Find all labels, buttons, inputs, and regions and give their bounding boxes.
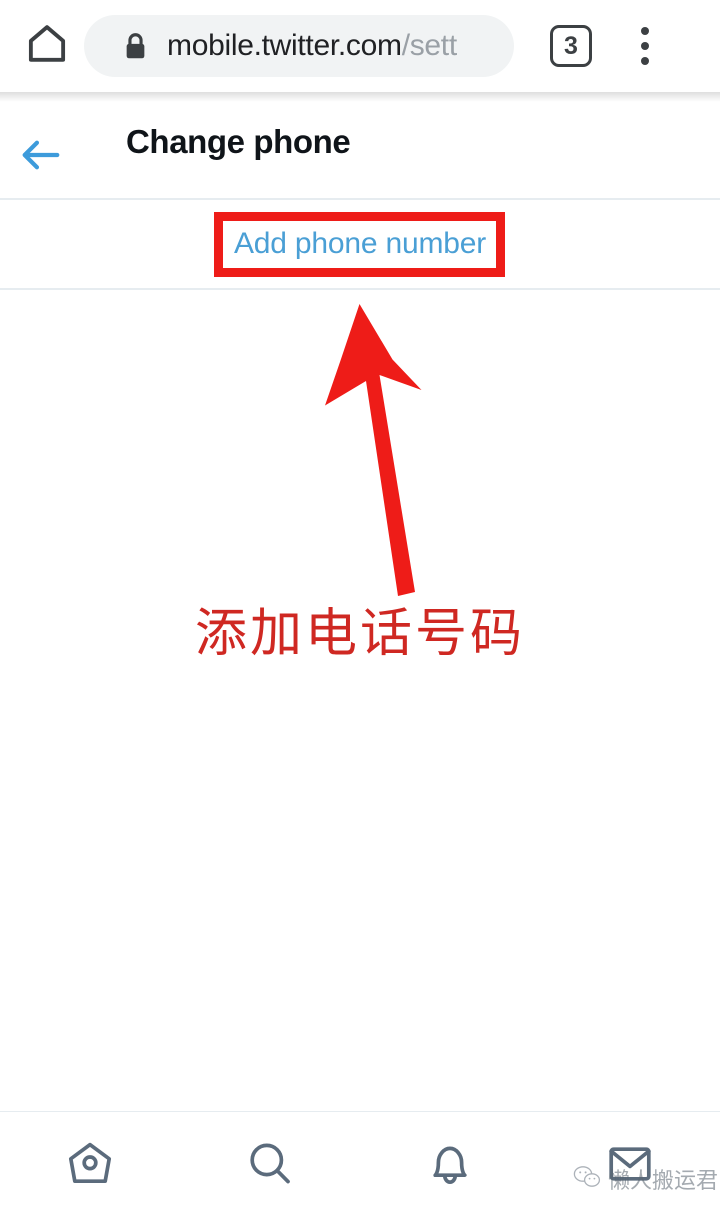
lock-icon: [122, 31, 149, 61]
annotation-caption: 添加电话号码: [194, 604, 525, 664]
divider-bottom: [0, 288, 720, 290]
home-birdhouse-icon: [64, 1138, 116, 1195]
url-path: /sett: [401, 29, 458, 62]
envelope-icon: [604, 1138, 656, 1195]
add-phone-number-button[interactable]: Add phone number: [234, 227, 486, 261]
back-arrow-icon: [17, 135, 63, 180]
add-phone-row: Add phone number: [0, 200, 720, 288]
home-button[interactable]: [14, 0, 80, 92]
page-header: Change phone: [0, 102, 720, 198]
tab-count-label: 3: [564, 31, 578, 60]
three-dot-menu-icon-dot-1: [641, 27, 649, 35]
search-icon: [244, 1138, 296, 1195]
home-icon: [25, 22, 69, 71]
toolbar-shadow: [0, 92, 720, 102]
page-title: Change phone: [126, 123, 351, 160]
tab-counter-button[interactable]: 3: [550, 25, 592, 67]
bottom-navigation-bar: [0, 1111, 720, 1220]
bell-icon: [424, 1138, 476, 1195]
nav-item-messages[interactable]: [540, 1112, 720, 1220]
url-bar[interactable]: mobile.twitter.com/sett: [84, 15, 514, 77]
url-domain: mobile.twitter.com: [167, 29, 402, 62]
nav-item-home[interactable]: [0, 1112, 180, 1220]
browser-toolbar: mobile.twitter.com/sett 3: [0, 0, 720, 92]
nav-item-notifications[interactable]: [360, 1112, 540, 1220]
back-button[interactable]: [0, 102, 80, 198]
three-dot-menu-icon-dot-3: [641, 57, 649, 65]
annotation-arrow-icon: [300, 300, 470, 610]
overflow-menu-button[interactable]: [630, 24, 660, 68]
nav-item-search[interactable]: [180, 1112, 360, 1220]
three-dot-menu-icon-dot-2: [641, 42, 649, 50]
url-text: mobile.twitter.com/sett: [167, 31, 457, 61]
